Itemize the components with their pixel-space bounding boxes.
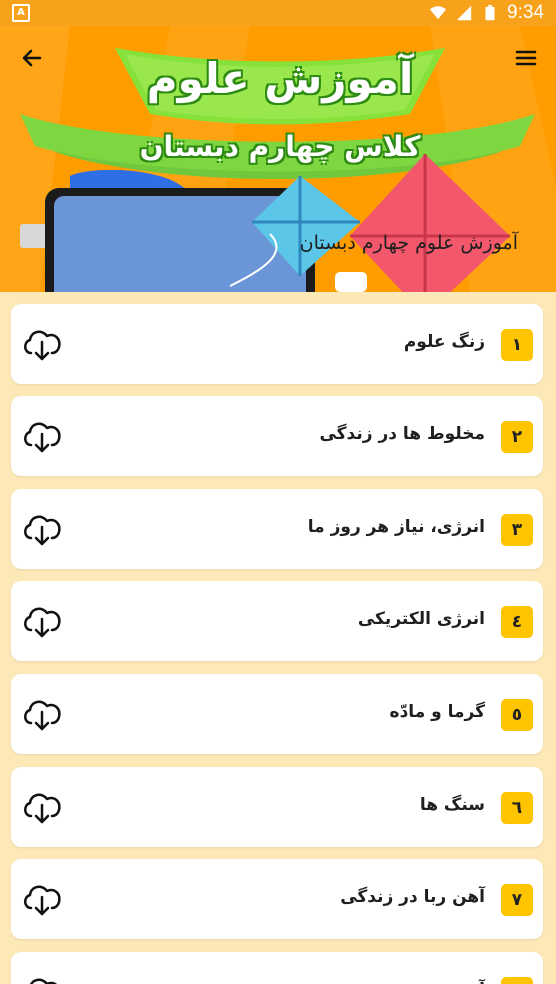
lesson-number-badge: ٦ [501,792,533,824]
lesson-number-badge: ٥ [501,699,533,731]
lesson-number-badge: ٢ [501,421,533,453]
list-item[interactable]: آ ٨ [11,952,543,984]
lesson-title: زنگ علوم [403,332,485,352]
lesson-number-badge: ٧ [501,884,533,916]
lesson-title: آهن ربا در زندگی [340,887,485,907]
lesson-number-badge: ١ [501,329,533,361]
cloud-download-icon[interactable] [21,324,63,364]
lesson-title: گرما و مادّه [389,702,485,722]
cloud-download-icon[interactable] [21,509,63,549]
page-title: آموزش علوم چهارم دبستان [299,232,518,254]
lesson-number-badge: ٤ [501,606,533,638]
status-right: 9:34 [429,2,544,24]
lesson-title: مخلوط ها در زندگی [319,424,485,444]
list-item[interactable]: انرژی، نیاز هر روز ما ٣ [11,489,543,569]
list-item[interactable]: مخلوط ها در زندگی ٢ [11,396,543,476]
status-bar: A 9:34 [0,0,556,26]
lesson-title: سنگ ها [419,795,485,815]
header-banner: آموزش علوم کلاس چهارم دبستان آموزش علوم … [0,26,556,292]
back-button[interactable] [12,38,52,78]
battery-icon [485,4,495,21]
lesson-list: زنگ علوم ١ مخلوط ها در زندگی ٢ انرژی، نی… [0,292,556,984]
arrow-left-icon [22,49,42,67]
cloud-download-icon[interactable] [21,787,63,827]
a-icon: A [12,4,30,22]
signal-icon [456,5,472,21]
cloud-download-icon[interactable] [21,879,63,919]
cloud-download-icon[interactable] [21,601,63,641]
cloud-download-icon[interactable] [21,694,63,734]
menu-button[interactable] [506,38,546,78]
cloud-download-icon[interactable] [21,972,63,984]
list-item[interactable]: گرما و مادّه ٥ [11,674,543,754]
list-item[interactable]: زنگ علوم ١ [11,304,543,384]
status-left: A [12,4,30,22]
lesson-title: آ [479,980,485,984]
wifi-icon [429,6,447,20]
menu-icon [515,50,537,66]
status-time: 9:34 [507,2,544,23]
cloud-download-icon[interactable] [21,416,63,456]
list-item[interactable]: آهن ربا در زندگی ٧ [11,859,543,939]
lesson-title: انرژی الکتریکی [357,609,485,629]
banner-subtitle: کلاس چهارم دبستان [139,130,421,163]
list-item[interactable]: سنگ ها ٦ [11,767,543,847]
lesson-title: انرژی، نیاز هر روز ما [307,517,485,537]
list-item[interactable]: انرژی الکتریکی ٤ [11,581,543,661]
lesson-number-badge: ٣ [501,514,533,546]
lesson-number-badge: ٨ [501,977,533,984]
banner-title: آموزش علوم [146,54,414,103]
